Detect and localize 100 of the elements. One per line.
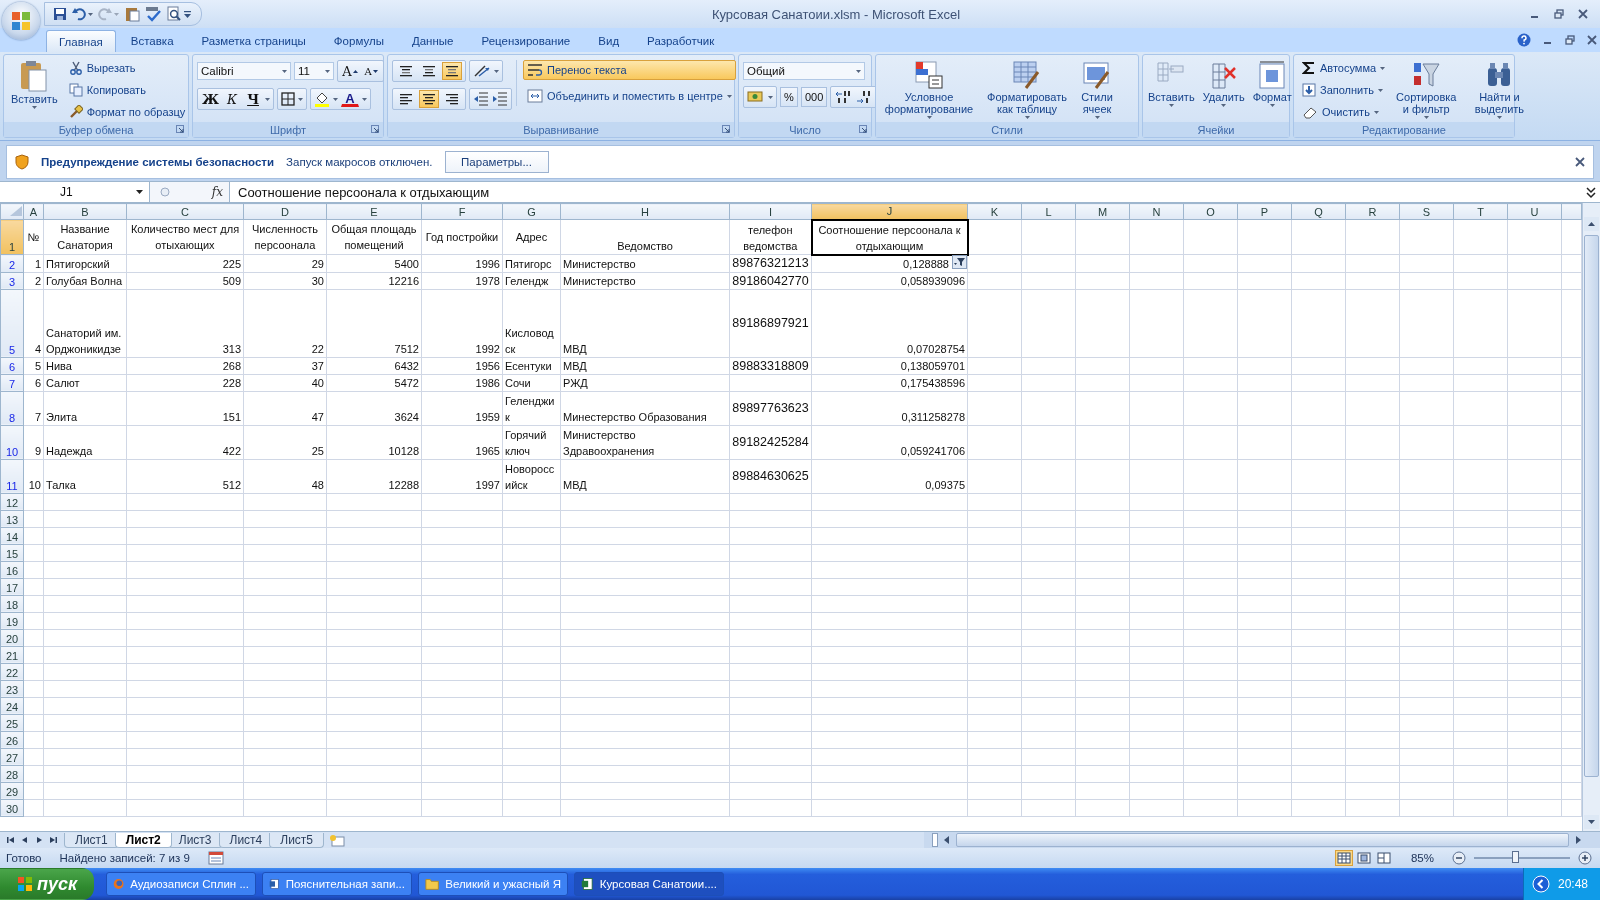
scroll-thumb[interactable] — [1584, 235, 1599, 777]
format-as-table-button[interactable]: Форматировать как таблицу — [982, 58, 1072, 121]
column-header[interactable]: F — [421, 203, 503, 220]
office-button[interactable] — [2, 2, 40, 40]
column-header[interactable]: R — [1345, 203, 1400, 220]
print-preview-icon[interactable] — [166, 6, 182, 22]
thousands-button[interactable]: 000 — [801, 87, 828, 107]
column-header[interactable]: T — [1453, 203, 1508, 220]
split-handle[interactable] — [932, 833, 938, 847]
grow-font-button[interactable]: A — [341, 62, 359, 80]
increase-indent-icon[interactable] — [492, 92, 508, 106]
scroll-down-icon[interactable] — [1584, 815, 1599, 829]
shrink-font-button[interactable]: A — [362, 62, 380, 80]
column-header[interactable]: I — [729, 203, 812, 220]
fill-color-icon[interactable] — [314, 91, 331, 107]
percent-button[interactable]: % — [780, 87, 798, 107]
sort-filter-button[interactable]: Сортировка и фильтр — [1393, 58, 1460, 121]
caret-icon[interactable] — [88, 12, 93, 16]
taskbar-button[interactable]: Курсовая Санатоии.... — [574, 872, 724, 896]
last-sheet-icon[interactable] — [48, 835, 58, 845]
close-icon[interactable] — [1578, 9, 1588, 19]
find-select-button[interactable]: Найти и выделить — [1463, 58, 1536, 121]
column-header[interactable]: B — [43, 203, 127, 220]
italic-button[interactable]: К — [223, 90, 242, 108]
column-header[interactable]: J — [811, 203, 968, 220]
dialog-launcher-icon[interactable] — [859, 125, 867, 133]
column-header[interactable]: O — [1183, 203, 1238, 220]
column-header[interactable]: K — [967, 203, 1022, 220]
taskbar-button[interactable]: Аудиозаписи Сплин ... — [106, 872, 256, 896]
next-sheet-icon[interactable] — [34, 835, 44, 845]
ribbon-tab[interactable]: Разработчик — [634, 30, 728, 52]
customize-caret-icon[interactable] — [184, 10, 191, 18]
zoom-level[interactable]: 85% — [1410, 852, 1434, 864]
caret-icon[interactable] — [362, 97, 368, 101]
align-bottom-button[interactable] — [442, 62, 462, 80]
caret-icon[interactable] — [333, 97, 339, 101]
column-header[interactable]: G — [502, 203, 561, 220]
caret-icon[interactable] — [298, 97, 304, 101]
close-icon[interactable] — [1587, 35, 1597, 45]
column-header[interactable]: P — [1237, 203, 1292, 220]
save-icon[interactable] — [53, 7, 67, 21]
close-icon[interactable] — [1575, 157, 1585, 167]
row-header[interactable]: 10 — [0, 425, 24, 459]
merge-center-button[interactable]: Объединить и поместить в центре — [523, 86, 736, 106]
format-painter-button[interactable]: Формат по образцу — [64, 102, 190, 122]
sheet-tab[interactable]: Лист5 — [269, 833, 325, 848]
undo-icon[interactable] — [72, 7, 86, 21]
ribbon-tab[interactable]: Рецензирование — [468, 30, 584, 52]
first-sheet-icon[interactable] — [6, 835, 16, 845]
copy-button[interactable]: Копировать — [64, 80, 190, 100]
insert-cells-button[interactable]: Вставить — [1145, 58, 1198, 109]
currency-icon[interactable] — [747, 90, 765, 104]
column-header[interactable]: N — [1129, 203, 1184, 220]
scroll-up-icon[interactable] — [1584, 217, 1599, 231]
dialog-launcher-icon[interactable] — [371, 125, 379, 133]
row-header[interactable]: 11 — [0, 459, 24, 493]
help-icon[interactable] — [1517, 33, 1531, 47]
clear-button[interactable]: Очистить — [1298, 102, 1390, 122]
macro-record-icon[interactable] — [207, 851, 224, 865]
zoom-slider-thumb[interactable] — [1512, 851, 1520, 863]
column-header[interactable]: S — [1399, 203, 1454, 220]
caret-icon[interactable] — [494, 69, 499, 73]
ribbon-tab[interactable]: Разметка страницы — [188, 30, 319, 52]
row-header[interactable]: 5 — [0, 289, 24, 357]
expand-icon[interactable] — [1585, 185, 1597, 199]
ribbon-tab[interactable]: Данные — [398, 30, 467, 52]
dialog-launcher-icon[interactable] — [722, 125, 730, 133]
font-size-field[interactable]: 11 — [294, 62, 334, 80]
align-center-button[interactable] — [419, 90, 439, 108]
ribbon-tab[interactable]: Вставка — [117, 30, 187, 52]
decrease-indent-icon[interactable] — [473, 92, 489, 106]
bold-button[interactable]: Ж — [201, 90, 221, 108]
column-header[interactable]: U — [1507, 203, 1562, 220]
spelling-icon[interactable] — [145, 6, 161, 22]
delete-cells-button[interactable]: Удалить — [1199, 58, 1248, 109]
restore-icon[interactable] — [1554, 9, 1564, 19]
column-header[interactable]: M — [1075, 203, 1130, 220]
zoom-out-icon[interactable] — [1452, 851, 1466, 865]
ribbon-tab[interactable]: Главная — [46, 30, 116, 52]
number-format-field[interactable]: Общий — [743, 62, 865, 80]
insert-function-button[interactable]: fx — [211, 185, 223, 199]
cell-styles-button[interactable]: Стили ячеек — [1074, 58, 1120, 121]
increase-decimal-icon[interactable] — [834, 90, 853, 104]
normal-view-button[interactable] — [1334, 850, 1353, 866]
borders-icon[interactable] — [281, 92, 296, 106]
conditional-formatting-button[interactable]: Условное форматирование — [878, 58, 980, 121]
column-header[interactable]: Q — [1291, 203, 1346, 220]
orientation-icon[interactable] — [473, 64, 491, 78]
page-layout-button[interactable] — [1354, 850, 1373, 866]
start-button[interactable]: пуск — [0, 868, 94, 900]
formula-field[interactable]: Соотношение персоонала к отдыхающим — [230, 184, 1585, 200]
column-header[interactable]: L — [1021, 203, 1076, 220]
paste-icon[interactable] — [124, 6, 140, 22]
underline-button[interactable]: Ч — [244, 90, 263, 108]
column-header[interactable]: E — [326, 203, 422, 220]
options-button[interactable]: Параметры... — [444, 151, 549, 173]
wrap-text-button[interactable]: Перенос текста — [523, 60, 736, 80]
cut-button[interactable]: Вырезать — [64, 58, 190, 78]
filter-icon[interactable] — [951, 254, 967, 269]
scroll-thumb[interactable] — [956, 833, 1569, 847]
